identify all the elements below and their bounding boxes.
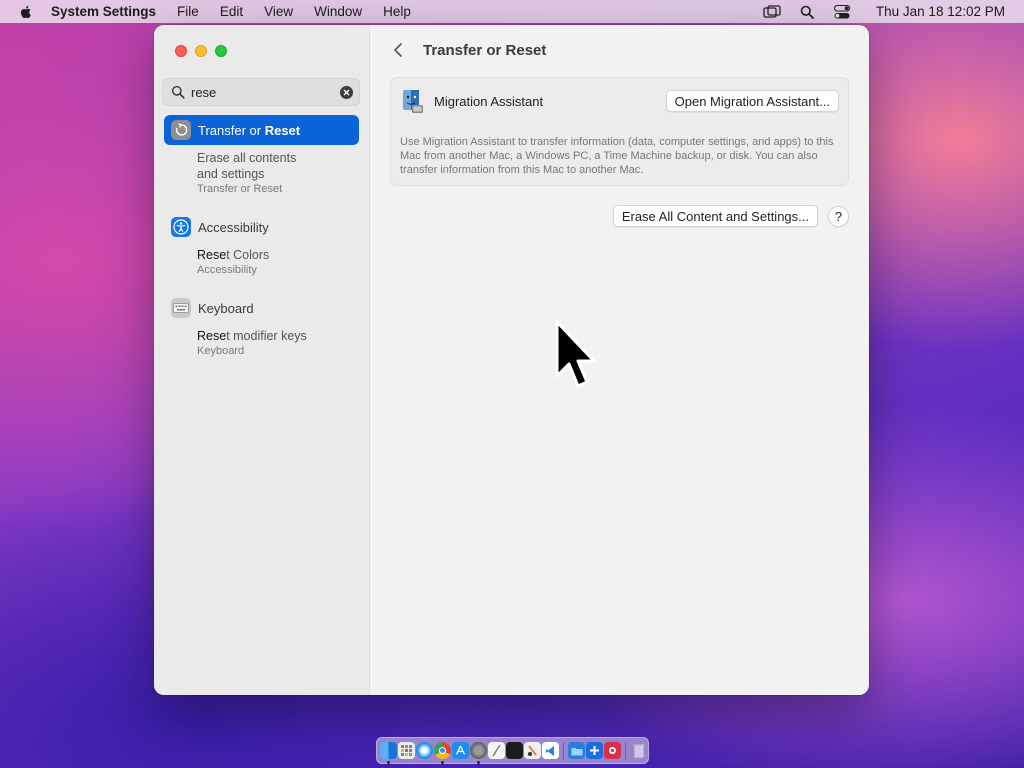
menu-bar: System Settings File Edit View Window He…	[0, 0, 1024, 23]
migration-assistant-icon	[403, 90, 423, 113]
accessibility-icon	[171, 217, 191, 237]
settings-window: Transfer or Reset Erase all contents and…	[154, 25, 869, 695]
finder-icon[interactable]	[380, 742, 397, 764]
photo-booth-icon[interactable]	[604, 742, 621, 759]
result-erase-all-contents[interactable]: Erase all contents and settings Transfer…	[197, 150, 317, 196]
sidebar-item-label: Transfer or Reset	[198, 122, 301, 138]
sidebar-item-transfer-or-reset[interactable]: Transfer or Reset	[164, 115, 359, 145]
textedit-icon[interactable]	[488, 742, 505, 759]
menu-view[interactable]: View	[264, 4, 293, 19]
main-pane: Transfer or Reset Migration Assistant Op…	[370, 25, 869, 695]
apple-logo-icon[interactable]	[18, 4, 34, 20]
mouse-pointer-icon	[555, 320, 596, 388]
menu-help[interactable]: Help	[383, 4, 411, 19]
menu-edit[interactable]: Edit	[220, 4, 243, 19]
result-category: Accessibility	[197, 264, 257, 276]
result-label: Reset Colors	[197, 248, 270, 262]
migration-description: Use Migration Assistant to transfer info…	[400, 136, 834, 176]
result-category: Keyboard	[197, 345, 245, 357]
migration-card: Migration Assistant Open Migration Assis…	[390, 77, 849, 186]
window-controls	[175, 45, 227, 57]
close-window-button[interactable]	[175, 45, 187, 57]
vscode-icon[interactable]	[542, 742, 559, 759]
trash-icon[interactable]	[630, 742, 647, 759]
erase-row: Erase All Content and Settings... ?	[612, 205, 849, 227]
spotlight-search-icon[interactable]	[798, 4, 816, 19]
title-row: Transfer or Reset	[390, 40, 546, 60]
back-button[interactable]	[390, 40, 406, 60]
menu-window[interactable]: Window	[314, 4, 362, 19]
result-label: Erase all contents and settings	[197, 151, 297, 181]
result-label: Reset modifier keys	[197, 329, 307, 343]
sidebar-item-label: Keyboard	[198, 300, 254, 316]
chrome-icon[interactable]	[434, 742, 451, 764]
menu-app-name[interactable]: System Settings	[51, 4, 156, 19]
minimize-window-button[interactable]	[195, 45, 207, 57]
dock-separator	[563, 741, 564, 760]
open-migration-assistant-button[interactable]: Open Migration Assistant...	[665, 90, 839, 112]
keyboard-icon	[171, 298, 191, 318]
search-icon	[171, 85, 185, 99]
instruments-icon[interactable]	[524, 742, 541, 759]
system-settings-icon[interactable]	[470, 742, 487, 764]
app-store-icon[interactable]	[452, 742, 469, 759]
menu-file[interactable]: File	[177, 4, 199, 19]
dock	[376, 737, 649, 764]
search-input[interactable]	[191, 84, 331, 100]
migration-assistant-label: Migration Assistant	[434, 93, 544, 109]
files-icon[interactable]	[568, 742, 585, 759]
sidebar: Transfer or Reset Erase all contents and…	[154, 25, 370, 695]
control-center-icon[interactable]	[833, 4, 851, 19]
safari-icon[interactable]	[416, 742, 433, 759]
result-reset-colors[interactable]: Reset Colors Accessibility	[197, 247, 269, 277]
migration-row: Migration Assistant Open Migration Assis…	[400, 87, 839, 115]
result-reset-modifier-keys[interactable]: Reset modifier keys Keyboard	[197, 328, 307, 358]
sidebar-item-label: Accessibility	[198, 219, 269, 235]
screen-mirroring-icon[interactable]	[763, 4, 781, 19]
zoom-window-button[interactable]	[215, 45, 227, 57]
search-field[interactable]	[162, 78, 360, 106]
menubar-clock[interactable]: Thu Jan 18 12:02 PM	[876, 4, 1005, 19]
clear-search-icon[interactable]	[340, 85, 353, 99]
erase-all-content-button[interactable]: Erase All Content and Settings...	[612, 205, 818, 227]
launchpad-icon[interactable]	[398, 742, 415, 759]
terminal-icon[interactable]	[506, 742, 523, 759]
transfer-reset-icon	[171, 120, 191, 140]
xcode-icon[interactable]	[586, 742, 603, 759]
dock-separator	[625, 741, 626, 760]
result-category: Transfer or Reset	[197, 183, 283, 195]
sidebar-item-accessibility[interactable]: Accessibility	[164, 212, 359, 242]
help-button[interactable]: ?	[828, 205, 849, 227]
page-title: Transfer or Reset	[423, 41, 547, 59]
sidebar-item-keyboard[interactable]: Keyboard	[164, 293, 359, 323]
